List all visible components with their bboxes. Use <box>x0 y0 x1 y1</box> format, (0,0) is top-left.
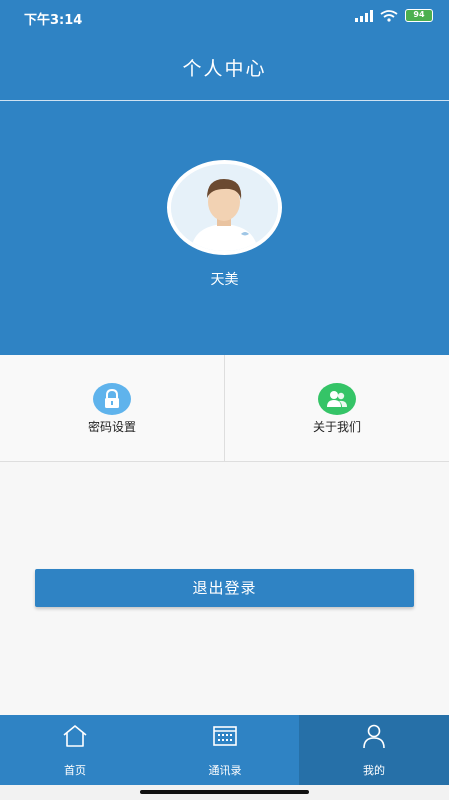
logout-button[interactable]: 退出登录 <box>35 569 414 607</box>
tab-me[interactable]: 我的 <box>299 715 449 785</box>
tab-me-label: 我的 <box>363 764 385 777</box>
contacts-icon <box>213 726 237 746</box>
battery-icon: 94 <box>405 9 433 22</box>
menu-grid: 密码设置 关于我们 <box>0 355 449 462</box>
about-us-label: 关于我们 <box>312 420 361 434</box>
signal-icon <box>355 9 373 22</box>
status-time: 下午3:14 <box>24 13 83 28</box>
profile-header: 下午3:14 94 个人中心 天美 <box>0 0 449 355</box>
wifi-icon <box>380 9 398 22</box>
tab-home[interactable]: 首页 <box>0 715 150 785</box>
home-indicator[interactable] <box>140 790 309 794</box>
password-settings-button[interactable]: 密码设置 <box>0 355 224 461</box>
avatar[interactable] <box>167 160 282 255</box>
tab-contacts-label: 通讯录 <box>208 764 242 777</box>
avatar-person-icon <box>171 164 278 251</box>
about-us-button[interactable]: 关于我们 <box>225 355 449 461</box>
tab-contacts[interactable]: 通讯录 <box>150 715 300 785</box>
status-bar: 下午3:14 94 <box>0 0 449 32</box>
password-settings-label: 密码设置 <box>87 420 136 434</box>
tab-home-label: 首页 <box>64 764 86 777</box>
user-icon <box>363 724 385 749</box>
header-divider <box>0 100 449 101</box>
page-title: 个人中心 <box>182 58 267 80</box>
bottom-tab-bar: 首页 通讯录 我的 <box>0 715 449 785</box>
users-icon <box>318 383 356 415</box>
username: 天美 <box>210 272 239 288</box>
status-icons: 94 <box>355 9 433 22</box>
lock-icon <box>93 383 131 415</box>
home-icon <box>63 725 87 747</box>
